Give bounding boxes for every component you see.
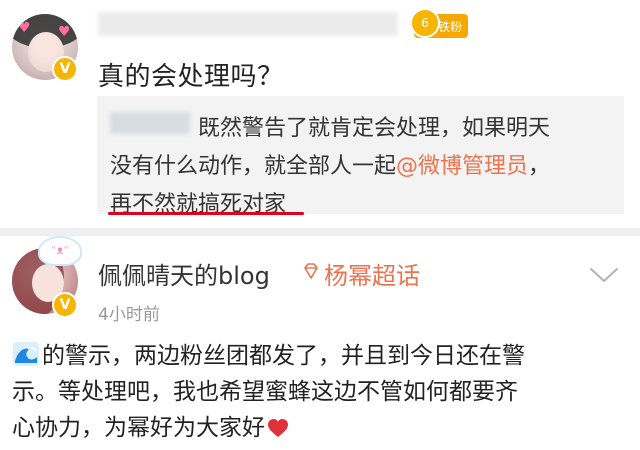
diamond-icon	[304, 263, 318, 279]
fan-badge-label: 铁粉	[437, 19, 462, 34]
reply-text-segment: 没有什么动作，就全部人一起	[110, 154, 397, 179]
super-topic-link[interactable]: 杨幂超话	[324, 256, 420, 291]
post-body-line-3: 心协力，为幂好为大家好	[12, 410, 632, 446]
poster-username[interactable]: 佩佩晴天的blog	[98, 256, 270, 291]
mention-link[interactable]: @微博管理员	[396, 154, 528, 179]
wave-emoji-icon	[13, 342, 39, 366]
chevron-down-icon[interactable]	[588, 266, 620, 284]
heart-emoji-icon	[268, 419, 288, 437]
post-body-line-1: 的警示，两边粉丝团都发了，并且到今日还在警	[12, 338, 632, 374]
avatar-decoration-icon: ᵔᴥᵔ	[38, 236, 82, 266]
crown-icon: 6	[410, 8, 440, 38]
verified-badge-icon: V	[52, 56, 78, 82]
highlight-underline	[108, 212, 304, 215]
reply-text-segment: ，	[528, 154, 551, 179]
fan-level-badge[interactable]: 6 铁粉	[410, 8, 468, 38]
post-body-text: 的警示，两边粉丝团都发了，并且到今日还在警	[42, 343, 525, 369]
post-body: 的警示，两边粉丝团都发了，并且到今日还在警 示。等处理吧，我也希望蜜蜂这边不管如…	[12, 338, 632, 446]
post-timestamp: 4小时前	[98, 305, 160, 325]
heart-icon: ♥	[18, 20, 31, 36]
reply-username-blurred[interactable]	[110, 112, 190, 134]
reply-text-line-1: 既然警告了就肯定会处理，如果明天	[198, 116, 551, 141]
heart-icon: ♥	[58, 24, 71, 40]
post-body-line-2: 示。等处理吧，我也希望蜜蜂这边不管如何都要齐	[12, 379, 518, 405]
verified-badge-icon: V	[52, 292, 78, 318]
section-divider	[0, 228, 640, 236]
post-body-text: 心协力，为幂好为大家好	[12, 415, 265, 441]
comment-text: 真的会处理吗？	[98, 62, 284, 92]
reply-text-line-2: 没有什么动作，就全部人一起@微博管理员，	[110, 148, 550, 180]
commenter-username-blurred[interactable]	[98, 12, 398, 36]
